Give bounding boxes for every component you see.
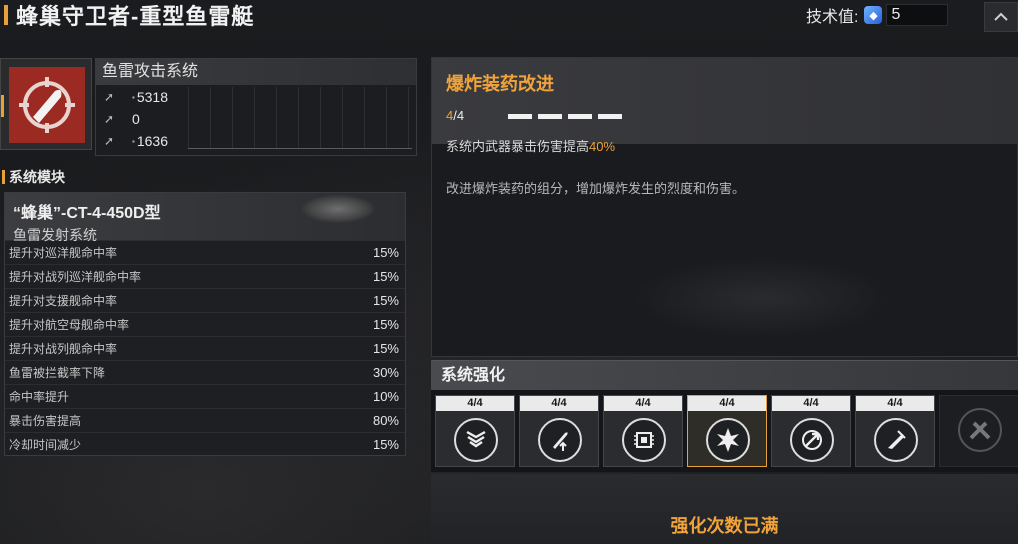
stat-speed-value: 1636 <box>136 133 168 149</box>
damage-icon: ➚ <box>104 90 115 104</box>
upgrade-effect: 系统内武器暴击伤害提高40% <box>446 139 616 154</box>
module-header: “蜂巢”-CT-4-450D型 鱼雷发射系统 <box>5 193 405 243</box>
chevron-up-icon <box>994 12 1008 21</box>
module-stat-value: 80% <box>372 413 399 428</box>
tech-value-display: 技术值: ◆ 5 <box>806 3 949 27</box>
module-stat-row: 鱼雷被拦截率下降 30% <box>5 360 405 384</box>
title-accent <box>4 5 8 25</box>
enhance-maxed-text: 强化次数已满 <box>670 516 779 536</box>
level-pip <box>568 114 592 119</box>
stat-row-damage: ➚ ▪ 5318 <box>104 89 168 105</box>
upgrade-detail-panel: 爆炸装药改进 4/4 系统内武器暴击伤害提高40% 改进爆炸装药的组分，增加爆炸… <box>431 57 1018 357</box>
module-stat-row: 提升对战列巡洋舰命中率 15% <box>5 264 405 288</box>
page-title: 蜂巢守卫者-重型鱼雷艇 <box>16 4 255 29</box>
shield-badge-icon <box>454 418 498 462</box>
module-stat-value: 15% <box>372 341 399 356</box>
module-stat-value: 30% <box>372 365 399 380</box>
upgrade-description: 改进爆炸装药的组分，增加爆炸发生的烈度和伤害。 <box>446 181 746 196</box>
weapon-name: 鱼雷攻击系统 <box>96 59 416 85</box>
torpedo-target-icon <box>9 67 85 143</box>
module-stat-row: 提升对航空母舰命中率 15% <box>5 312 405 336</box>
enhance-slot-5[interactable]: 4/4 <box>771 395 851 467</box>
module-stat-row: 命中率提升 10% <box>5 384 405 408</box>
module-stat-list: 提升对巡洋舰命中率 15% 提升对战列巡洋舰命中率 15% 提升对支援舰命中率 15% 提升… <box>5 240 405 456</box>
level-pip <box>508 114 532 119</box>
module-image <box>301 195 375 223</box>
module-stat-row: 冷却时间减少 15% <box>5 432 405 456</box>
module-stat-label: 提升对战列舰命中率 <box>9 342 118 356</box>
level-pip <box>538 114 562 119</box>
crossed-torpedo-icon <box>958 408 1002 452</box>
selection-marker <box>1 95 4 117</box>
target-arrow-icon <box>790 418 834 462</box>
missile-up-icon <box>538 418 582 462</box>
weapon-info-panel: 鱼雷攻击系统 ➚ ▪ 5318 ➚ 0 ➚ ▪ 1636 <box>95 58 417 156</box>
explosion-icon <box>706 418 750 462</box>
stat-range-value: 0 <box>132 111 140 127</box>
collapse-button[interactable] <box>984 2 1018 32</box>
module-stat-label: 鱼雷被拦截率下降 <box>9 366 106 380</box>
module-stat-row: 提升对战列舰命中率 15% <box>5 336 405 360</box>
stat-row-range: ➚ 0 <box>104 111 140 127</box>
upgrade-title: 爆炸装药改进 <box>446 74 554 94</box>
module-stat-label: 提升对支援舰命中率 <box>9 294 118 308</box>
module-stat-value: 15% <box>372 269 399 284</box>
enhance-maxed-banner: 强化次数已满 <box>431 474 1018 544</box>
enhance-slot-locked <box>939 395 1018 467</box>
tech-label: 技术值: <box>806 9 859 26</box>
chip-icon <box>622 418 666 462</box>
enhance-slot-2[interactable]: 4/4 <box>519 395 599 467</box>
module-stat-label: 提升对航空母舰命中率 <box>9 318 130 332</box>
module-card[interactable]: “蜂巢”-CT-4-450D型 鱼雷发射系统 提升对巡洋舰命中率 15% 提升对战列… <box>4 192 406 456</box>
module-stat-value: 15% <box>372 437 399 452</box>
module-stat-row: 提升对支援舰命中率 15% <box>5 288 405 312</box>
module-stat-label: 冷却时间减少 <box>9 438 82 452</box>
module-stat-value: 10% <box>372 389 399 404</box>
stat-damage-value: 5318 <box>136 89 168 105</box>
weapon-icon-box[interactable] <box>0 58 92 150</box>
detail-background <box>632 258 892 338</box>
tech-gem-icon: ◆ <box>864 6 883 24</box>
module-stat-value: 15% <box>372 293 399 308</box>
module-stat-label: 命中率提升 <box>9 390 70 404</box>
module-stat-label: 提升对战列巡洋舰命中率 <box>9 270 142 284</box>
range-icon: ➚ <box>104 112 115 126</box>
enhance-slot-4-selected[interactable]: 4/4 <box>687 395 767 467</box>
tech-value: 5 <box>886 4 949 26</box>
speed-icon: ➚ <box>104 134 115 148</box>
level-pip <box>598 114 622 119</box>
module-stat-value: 15% <box>372 245 399 260</box>
module-stat-value: 15% <box>372 317 399 332</box>
enhance-slot-6[interactable]: 4/4 <box>855 395 935 467</box>
module-stat-row: 暴击伤害提高 80% <box>5 408 405 432</box>
upgrade-level: 4/4 <box>446 108 465 123</box>
torpedo-launch-icon <box>874 418 918 462</box>
level-pips <box>508 114 622 119</box>
enhance-heading: 系统强化 <box>441 367 506 384</box>
enhance-slots: 4/4 4/4 4/4 4/4 4/4 4/4 <box>431 390 1018 472</box>
enhance-slot-1[interactable]: 4/4 <box>435 395 515 467</box>
module-stat-label: 提升对巡洋舰命中率 <box>9 246 118 260</box>
module-subtitle: 鱼雷发射系统 <box>13 227 97 243</box>
stat-grid <box>188 87 412 149</box>
enhance-slot-3[interactable]: 4/4 <box>603 395 683 467</box>
module-stat-label: 暴击伤害提高 <box>9 414 82 428</box>
stat-row-speed: ➚ ▪ 1636 <box>104 133 168 149</box>
modules-heading: 系统模块 <box>2 167 65 187</box>
enhance-header: 系统强化 <box>431 360 1018 390</box>
title-bar: 蜂巢守卫者-重型鱼雷艇 <box>0 0 254 30</box>
